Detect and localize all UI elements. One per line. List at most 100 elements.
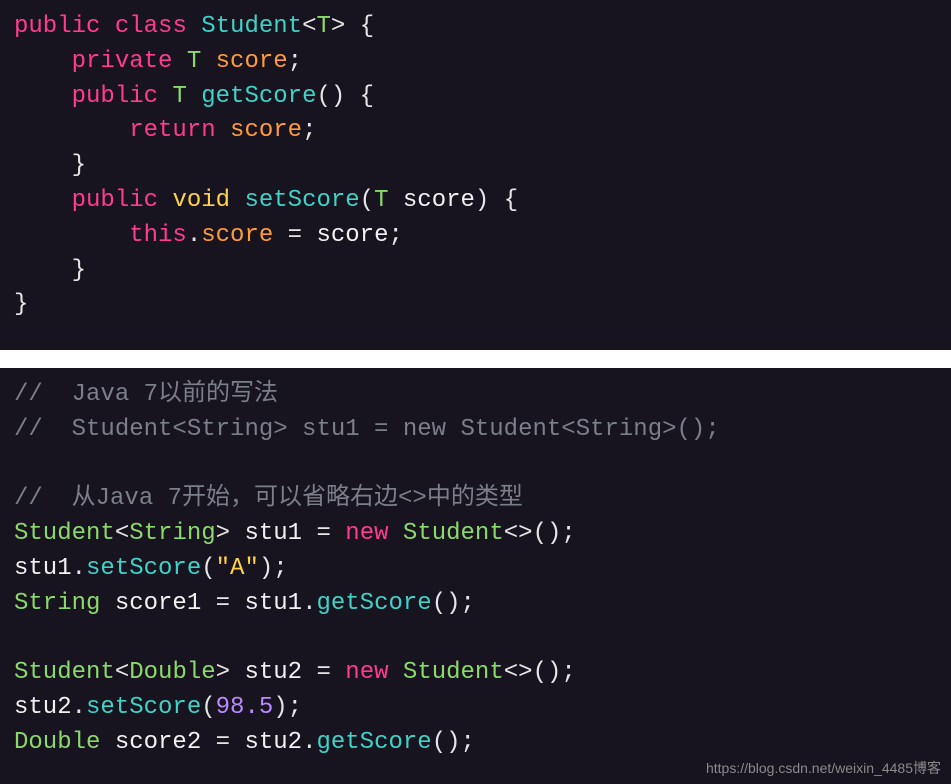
lparen: (	[201, 694, 215, 721]
semi: ;	[461, 590, 475, 617]
line: }	[14, 152, 86, 179]
diamond: <>	[504, 520, 533, 547]
field-score: score	[230, 117, 302, 144]
eq: =	[216, 729, 245, 756]
call-getscore: getScore	[316, 590, 431, 617]
var-stu1: stu1	[230, 520, 316, 547]
indent	[14, 83, 72, 110]
call-setscore: setScore	[86, 694, 201, 721]
var-stu2: stu2	[230, 659, 316, 686]
line: private T score;	[14, 48, 302, 75]
indent	[14, 187, 72, 214]
keyword-new: new	[345, 659, 388, 686]
lt: <	[115, 659, 129, 686]
keyword-return: return	[129, 117, 215, 144]
type-string: String	[129, 520, 215, 547]
var-score2: score2	[100, 729, 215, 756]
space	[389, 520, 403, 547]
parens: ()	[316, 83, 345, 110]
var-score1: score1	[100, 590, 215, 617]
keyword-public: public	[72, 187, 158, 214]
lt: <	[302, 13, 316, 40]
type-student: Student	[14, 659, 115, 686]
method-setscore: setScore	[244, 187, 359, 214]
parens: ()	[533, 520, 562, 547]
dot: .	[302, 590, 316, 617]
param-score: score	[403, 187, 475, 214]
semi: ;	[273, 555, 287, 582]
semi: ;	[388, 222, 402, 249]
string-literal: "A"	[216, 555, 259, 582]
line: return score;	[14, 117, 316, 144]
brace: {	[489, 187, 518, 214]
diamond: <>	[504, 659, 533, 686]
line: public T getScore() {	[14, 83, 374, 110]
line: this.score = score;	[14, 222, 403, 249]
dot: .	[72, 555, 86, 582]
lparen: (	[360, 187, 374, 214]
field-score: score	[201, 222, 273, 249]
dot: .	[72, 694, 86, 721]
semi: ;	[561, 520, 575, 547]
brace: }	[72, 257, 86, 284]
comment-line: // Student<String> stu1 = new Student<St…	[14, 416, 720, 443]
ctor-student: Student	[403, 659, 504, 686]
brace: }	[72, 152, 86, 179]
lt: <	[115, 520, 129, 547]
keyword-new: new	[345, 520, 388, 547]
indent	[14, 222, 129, 249]
indent	[14, 152, 72, 179]
keyword-void: void	[172, 187, 230, 214]
var-stu1: stu1	[244, 590, 302, 617]
line: public class Student<T> {	[14, 13, 374, 40]
code-block-1: public class Student<T> { private T scor…	[0, 0, 951, 350]
indent	[14, 117, 129, 144]
var-stu2: stu2	[14, 694, 72, 721]
type: T	[187, 48, 201, 75]
gt: >	[331, 13, 345, 40]
type-double: Double	[14, 729, 100, 756]
line: Student<Double> stu2 = new Student<>();	[14, 659, 576, 686]
lparen: (	[201, 555, 215, 582]
rparen: )	[259, 555, 273, 582]
semi: ;	[461, 729, 475, 756]
call-getscore: getScore	[316, 729, 431, 756]
keyword-private: private	[72, 48, 173, 75]
keyword-this: this	[129, 222, 187, 249]
number-literal: 98.5	[216, 694, 274, 721]
ctor-student: Student	[403, 520, 504, 547]
parens: ()	[432, 590, 461, 617]
semi: ;	[561, 659, 575, 686]
space	[389, 659, 403, 686]
call-setscore: setScore	[86, 555, 201, 582]
watermark-text: https://blog.csdn.net/weixin_4485博客	[706, 758, 941, 778]
rparen: )	[273, 694, 287, 721]
line: Student<String> stu1 = new Student<>();	[14, 520, 576, 547]
line: stu1.setScore("A");	[14, 555, 288, 582]
rparen: )	[475, 187, 489, 214]
eq: =	[316, 520, 345, 547]
type: T	[374, 187, 388, 214]
var-stu2: stu2	[244, 729, 302, 756]
field-score: score	[216, 48, 288, 75]
rhs-score: score	[316, 222, 388, 249]
var-stu1: stu1	[14, 555, 72, 582]
class-name: Student	[201, 13, 302, 40]
eq: =	[216, 590, 245, 617]
type-double: Double	[129, 659, 215, 686]
line: Double score2 = stu2.getScore();	[14, 729, 475, 756]
dot: .	[187, 222, 201, 249]
line: stu2.setScore(98.5);	[14, 694, 302, 721]
type-param: T	[316, 13, 330, 40]
keyword-public: public	[14, 13, 100, 40]
semi: ;	[288, 48, 302, 75]
eq: =	[316, 659, 345, 686]
comment-line: // Java 7以前的写法	[14, 381, 278, 408]
line: }	[14, 257, 86, 284]
keyword-public: public	[72, 83, 158, 110]
block-gap	[0, 350, 951, 368]
comment-line: // 从Java 7开始，可以省略右边<>中的类型	[14, 485, 523, 512]
brace: }	[14, 291, 28, 318]
indent	[14, 48, 72, 75]
line: public void setScore(T score) {	[14, 187, 518, 214]
